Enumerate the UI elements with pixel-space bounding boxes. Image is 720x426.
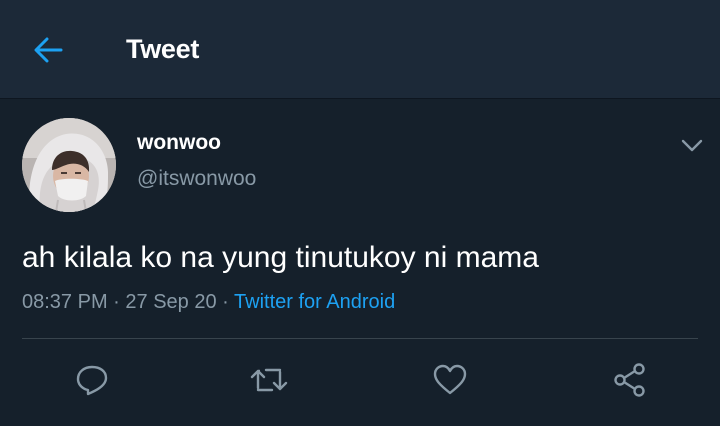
page-title: Tweet [126,34,200,64]
profile-photo [22,118,116,212]
display-name[interactable]: wonwoo [137,130,221,156]
meta-separator: · [216,291,235,313]
meta-separator: · [107,291,126,313]
share-icon [614,363,645,397]
username-handle[interactable]: @itswonwoo [137,166,256,192]
retweet-button[interactable] [249,360,289,400]
tweet-menu-button[interactable] [678,134,706,158]
tweet-date: 27 Sep 20 [125,291,217,313]
tweet-detail-screen: Tweet wonwoo @itswonwoo ah kilala ko na … [0,0,720,426]
arrow-left-icon [34,37,63,63]
tweet-text: ah kilala ko na yung tinutukoy ni mama [22,241,539,274]
back-button[interactable] [30,32,66,68]
avatar[interactable] [22,118,116,212]
divider [22,338,698,339]
retweet-icon [250,368,288,392]
like-icon [433,364,467,395]
tweet-metadata: 08:37 PM · 27 Sep 20 · Twitter for Andro… [22,289,395,315]
tweet-source-link[interactable]: Twitter for Android [234,291,395,313]
reply-button[interactable] [72,360,112,400]
top-app-bar: Tweet [0,0,720,99]
reply-icon [76,365,108,396]
tweet-time: 08:37 PM [22,291,108,313]
share-button[interactable] [610,360,650,400]
chevron-down-icon [681,139,703,152]
like-button[interactable] [430,360,470,400]
